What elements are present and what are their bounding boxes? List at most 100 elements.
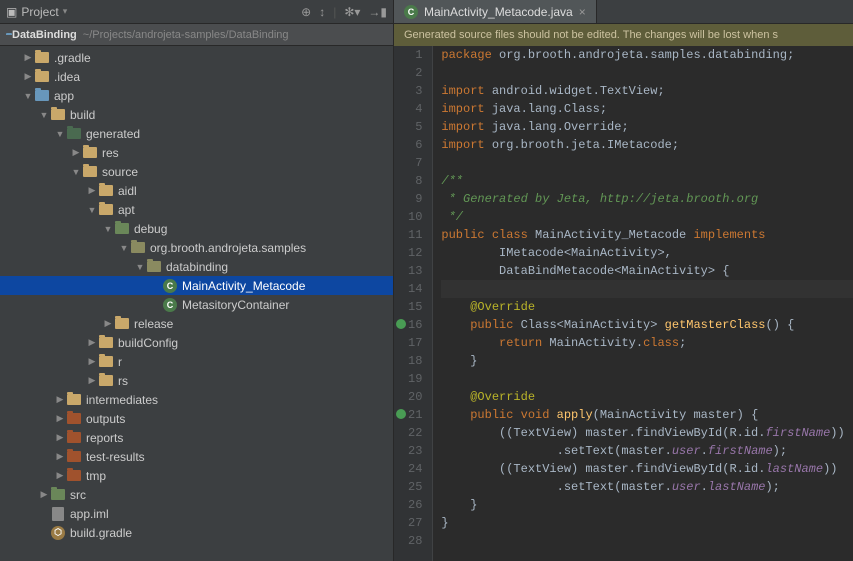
- expand-arrow-icon[interactable]: ▼: [54, 129, 66, 139]
- code-line[interactable]: return MainActivity.class;: [441, 334, 853, 352]
- tree-row[interactable]: ▼app: [0, 86, 393, 105]
- line-number[interactable]: 19: [408, 370, 422, 388]
- expand-arrow-icon[interactable]: ▼: [38, 110, 50, 120]
- tree-row[interactable]: ▶.gradle: [0, 48, 393, 67]
- code-line[interactable]: [441, 280, 853, 298]
- chevron-down-icon[interactable]: ▾: [63, 6, 68, 17]
- tree-row[interactable]: ▶release: [0, 314, 393, 333]
- tree-row[interactable]: ▶reports: [0, 428, 393, 447]
- line-number[interactable]: 23: [408, 442, 422, 460]
- code-line[interactable]: IMetacode<MainActivity>,: [441, 244, 853, 262]
- expand-arrow-icon[interactable]: ▶: [22, 52, 34, 63]
- expand-arrow-icon[interactable]: ▶: [54, 451, 66, 462]
- line-number[interactable]: 24: [408, 460, 422, 478]
- code-line[interactable]: }: [441, 514, 853, 532]
- expand-arrow-icon[interactable]: ▶: [22, 71, 34, 82]
- code-line[interactable]: .setText(master.user.firstName);: [441, 442, 853, 460]
- tree-row[interactable]: ▼generated: [0, 124, 393, 143]
- tab-file[interactable]: C MainActivity_Metacode.java ×: [394, 0, 597, 23]
- expand-arrow-icon[interactable]: ▶: [38, 489, 50, 500]
- tree-row[interactable]: ▶tmp: [0, 466, 393, 485]
- code-line[interactable]: DataBindMetacode<MainActivity> {: [441, 262, 853, 280]
- line-number[interactable]: 13: [408, 262, 422, 280]
- expand-arrow-icon[interactable]: ▶: [86, 375, 98, 386]
- code-line[interactable]: */: [441, 208, 853, 226]
- tree-row[interactable]: CMetasitoryContainer: [0, 295, 393, 314]
- line-number[interactable]: 20: [408, 388, 422, 406]
- tree-row[interactable]: ▶rs: [0, 371, 393, 390]
- expand-arrow-icon[interactable]: ▶: [86, 337, 98, 348]
- line-number[interactable]: 6: [408, 136, 422, 154]
- line-number[interactable]: 17: [408, 334, 422, 352]
- override-gutter-icon[interactable]: [396, 319, 406, 329]
- code-line[interactable]: @Override: [441, 388, 853, 406]
- expand-arrow-icon[interactable]: ▼: [118, 243, 130, 253]
- expand-arrow-icon[interactable]: ▼: [70, 167, 82, 177]
- line-number[interactable]: 21: [408, 406, 422, 424]
- code-line[interactable]: [441, 64, 853, 82]
- tree-row[interactable]: ▼source: [0, 162, 393, 181]
- project-tree[interactable]: ▶.gradle▶.idea▼app▼build▼generated▶res▼s…: [0, 46, 393, 561]
- expand-arrow-icon[interactable]: ▶: [54, 470, 66, 481]
- tree-row[interactable]: ▶intermediates: [0, 390, 393, 409]
- code-line[interactable]: import org.brooth.jeta.IMetacode;: [441, 136, 853, 154]
- code-line[interactable]: [441, 370, 853, 388]
- tree-row[interactable]: app.iml: [0, 504, 393, 523]
- line-number[interactable]: 15: [408, 298, 422, 316]
- expand-arrow-icon[interactable]: ▼: [134, 262, 146, 272]
- code-line[interactable]: ((TextView) master.findViewById(R.id.las…: [441, 460, 853, 478]
- line-number[interactable]: 16: [408, 316, 422, 334]
- code-line[interactable]: import android.widget.TextView;: [441, 82, 853, 100]
- code-line[interactable]: import java.lang.Class;: [441, 100, 853, 118]
- code-line[interactable]: public Class<MainActivity> getMasterClas…: [441, 316, 853, 334]
- line-number[interactable]: 26: [408, 496, 422, 514]
- code-line[interactable]: import java.lang.Override;: [441, 118, 853, 136]
- tree-row[interactable]: ▶.idea: [0, 67, 393, 86]
- line-number[interactable]: 10: [408, 208, 422, 226]
- close-icon[interactable]: ×: [579, 5, 586, 19]
- expand-arrow-icon[interactable]: ▶: [102, 318, 114, 329]
- expand-arrow-icon[interactable]: ▼: [102, 224, 114, 234]
- tree-row[interactable]: ▶buildConfig: [0, 333, 393, 352]
- code-line[interactable]: public void apply(MainActivity master) {: [441, 406, 853, 424]
- tree-row[interactable]: ▼debug: [0, 219, 393, 238]
- override-gutter-icon[interactable]: [396, 409, 406, 419]
- tree-row[interactable]: ▶r: [0, 352, 393, 371]
- tree-row[interactable]: ▶outputs: [0, 409, 393, 428]
- collapse-icon[interactable]: ↕: [319, 5, 325, 19]
- line-number[interactable]: 5: [408, 118, 422, 136]
- line-number[interactable]: 3: [408, 82, 422, 100]
- line-number[interactable]: 1: [408, 46, 422, 64]
- code-line[interactable]: /**: [441, 172, 853, 190]
- code-line[interactable]: }: [441, 352, 853, 370]
- code-line[interactable]: }: [441, 496, 853, 514]
- target-icon[interactable]: ⊕: [301, 5, 311, 19]
- line-number[interactable]: 9: [408, 190, 422, 208]
- expand-arrow-icon[interactable]: ▼: [86, 205, 98, 215]
- line-number[interactable]: 25: [408, 478, 422, 496]
- line-number[interactable]: 2: [408, 64, 422, 82]
- tree-row[interactable]: ▼databinding: [0, 257, 393, 276]
- code-line[interactable]: [441, 532, 853, 550]
- expand-arrow-icon[interactable]: ▶: [86, 185, 98, 196]
- gear-icon[interactable]: ✻▾: [344, 5, 360, 19]
- code-line[interactable]: ((TextView) master.findViewById(R.id.fir…: [441, 424, 853, 442]
- code-line[interactable]: package org.brooth.androjeta.samples.dat…: [441, 46, 853, 64]
- line-number[interactable]: 27: [408, 514, 422, 532]
- line-number[interactable]: 12: [408, 244, 422, 262]
- tree-row[interactable]: ▶src: [0, 485, 393, 504]
- line-gutter[interactable]: 1234567891011121314151617181920212223242…: [394, 46, 433, 561]
- code-line[interactable]: * Generated by Jeta, http://jeta.brooth.…: [441, 190, 853, 208]
- tree-row[interactable]: ⬡build.gradle: [0, 523, 393, 542]
- tree-row[interactable]: ▼build: [0, 105, 393, 124]
- code-line[interactable]: [441, 154, 853, 172]
- tree-row[interactable]: ▼apt: [0, 200, 393, 219]
- line-number[interactable]: 11: [408, 226, 422, 244]
- line-number[interactable]: 18: [408, 352, 422, 370]
- code-content[interactable]: package org.brooth.androjeta.samples.dat…: [433, 46, 853, 561]
- expand-arrow-icon[interactable]: ▶: [54, 394, 66, 405]
- tree-row[interactable]: ▶res: [0, 143, 393, 162]
- code-line[interactable]: @Override: [441, 298, 853, 316]
- expand-arrow-icon[interactable]: ▶: [86, 356, 98, 367]
- line-number[interactable]: 28: [408, 532, 422, 550]
